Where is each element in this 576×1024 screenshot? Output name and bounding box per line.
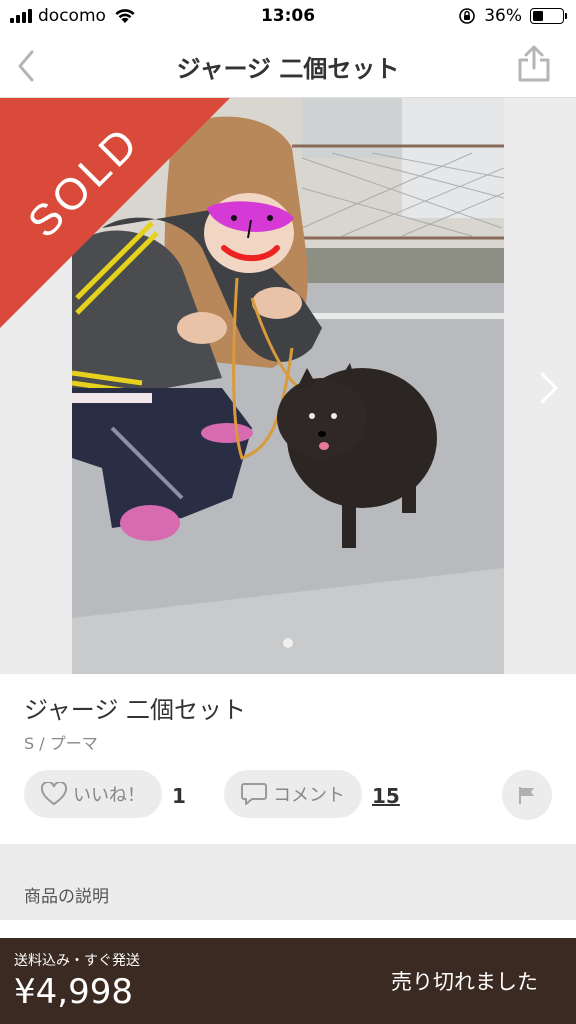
flag-icon bbox=[519, 787, 534, 804]
battery-percent: 36% bbox=[484, 6, 522, 26]
like-label: いいね！ bbox=[73, 785, 145, 806]
report-button[interactable] bbox=[502, 770, 552, 820]
pager-dot[interactable] bbox=[283, 638, 293, 648]
sold-ribbon: SOLD bbox=[0, 98, 230, 328]
comment-icon bbox=[241, 783, 267, 805]
chevron-right-icon[interactable] bbox=[534, 368, 564, 408]
sold-out-status: 売り切れました bbox=[391, 970, 538, 994]
share-icon[interactable] bbox=[514, 44, 554, 84]
comment-label: コメント bbox=[273, 785, 345, 806]
status-right: 36% bbox=[458, 6, 567, 26]
item-title: ジャージ 二個セット bbox=[24, 696, 246, 724]
page-title: ジャージ 二個セット bbox=[176, 55, 400, 83]
product-image-carousel[interactable]: SOLD bbox=[0, 98, 576, 674]
item-details: ジャージ 二個セット S / プーマ いいね！ 1 コメント 15 bbox=[0, 674, 576, 844]
section-gap bbox=[0, 844, 576, 866]
like-count: 1 bbox=[172, 784, 186, 808]
carousel-pager bbox=[0, 638, 576, 648]
comment-count-link[interactable]: 15 bbox=[372, 784, 400, 808]
description-heading: 商品の説明 bbox=[24, 887, 109, 907]
like-button[interactable]: いいね！ bbox=[24, 770, 162, 818]
battery-icon bbox=[530, 8, 567, 24]
nav-bar: ジャージ 二個セット bbox=[0, 34, 576, 98]
battery-level bbox=[533, 11, 544, 21]
heart-icon bbox=[41, 782, 67, 806]
status-bar: docomo 13:06 36% bbox=[0, 0, 576, 34]
purchase-bar: 送料込み・すぐ発送 ¥4,998 売り切れました bbox=[0, 938, 576, 1024]
price: ¥4,998 bbox=[14, 972, 133, 1012]
description-header: 商品の説明 bbox=[0, 866, 576, 920]
shipping-info: 送料込み・すぐ発送 bbox=[14, 953, 140, 969]
item-size-brand: S / プーマ bbox=[24, 734, 98, 753]
rotation-lock-icon bbox=[459, 8, 476, 24]
description-body bbox=[0, 920, 576, 938]
chevron-left-icon[interactable] bbox=[8, 46, 48, 86]
sold-banner: SOLD bbox=[0, 98, 230, 328]
comment-button[interactable]: コメント bbox=[224, 770, 362, 818]
